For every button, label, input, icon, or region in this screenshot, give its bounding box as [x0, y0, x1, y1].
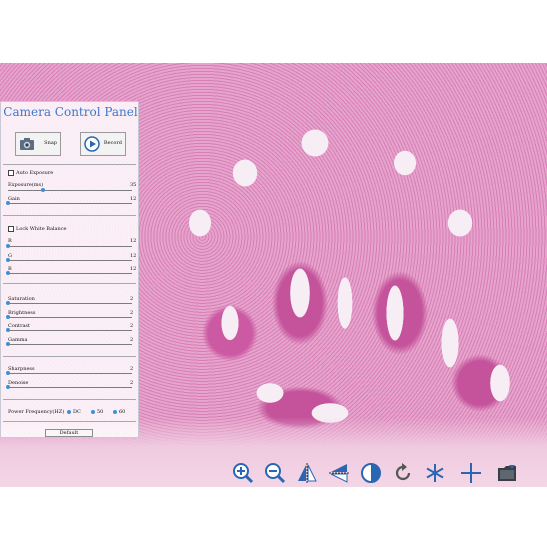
r-slider-thumb[interactable]: [6, 244, 10, 248]
gain-slider[interactable]: [6, 201, 132, 205]
contrast-label: Contrast: [8, 323, 31, 329]
radio-60-label: 60: [119, 409, 126, 415]
brightness-slider-thumb[interactable]: [6, 315, 10, 319]
radio-dc[interactable]: [67, 410, 71, 414]
saturation-slider-thumb[interactable]: [6, 301, 10, 305]
sharpness-label: Sharpness: [8, 366, 35, 372]
gain-slider-thumb[interactable]: [6, 201, 10, 205]
flip-vertical-icon[interactable]: [328, 462, 350, 484]
saturation-label: Saturation: [8, 296, 35, 302]
brightness-value: 2: [130, 310, 134, 316]
divider: [3, 399, 136, 400]
rotate-icon[interactable]: [392, 462, 414, 484]
snap-button[interactable]: Snap: [15, 132, 61, 156]
folder-icon[interactable]: [496, 462, 518, 484]
play-icon: [84, 136, 100, 152]
sharpness-slider[interactable]: [6, 371, 132, 375]
gamma-slider[interactable]: [6, 342, 132, 346]
exposure-slider-thumb[interactable]: [40, 188, 45, 192]
snap-label: Snap: [44, 140, 57, 146]
zoom-in-icon[interactable]: [232, 462, 254, 484]
invert-color-icon[interactable]: [360, 462, 382, 484]
lock-white-balance-checkbox[interactable]: [8, 226, 14, 232]
g-value: 12: [130, 253, 137, 259]
exposure-label: Exposure(ms): [8, 182, 44, 188]
default-button[interactable]: Default: [45, 429, 93, 437]
radio-60[interactable]: [113, 410, 117, 414]
exposure-value: 35: [130, 182, 137, 188]
freeze-icon[interactable]: [424, 462, 446, 484]
lock-white-balance-label: Lock White Balance: [16, 226, 67, 232]
exposure-slider[interactable]: [8, 188, 132, 192]
denoise-slider[interactable]: [6, 385, 132, 389]
auto-exposure-checkbox[interactable]: [8, 170, 14, 176]
gamma-value: 2: [130, 337, 134, 343]
r-slider[interactable]: [6, 244, 132, 248]
divider: [3, 283, 136, 284]
sharpness-value: 2: [130, 366, 134, 372]
saturation-value: 2: [130, 296, 134, 302]
gain-value: 12: [130, 196, 137, 202]
record-label: Record: [103, 140, 122, 146]
contrast-slider-thumb[interactable]: [6, 328, 10, 332]
camera-icon: [20, 138, 34, 150]
b-value: 12: [130, 266, 137, 272]
denoise-value: 2: [130, 380, 134, 386]
g-slider-thumb[interactable]: [6, 258, 10, 262]
radio-dc-label: DC: [73, 409, 81, 415]
divider: [3, 421, 136, 422]
panel-title: Camera Control Panel: [3, 105, 138, 119]
brightness-slider[interactable]: [6, 315, 132, 319]
record-button[interactable]: Record: [80, 132, 126, 156]
g-slider[interactable]: [6, 258, 132, 262]
sharpness-slider-thumb[interactable]: [6, 371, 10, 375]
divider: [3, 215, 136, 216]
contrast-slider[interactable]: [6, 328, 132, 332]
crosshair-icon[interactable]: [460, 462, 482, 484]
b-slider-thumb[interactable]: [6, 271, 10, 275]
saturation-slider[interactable]: [6, 301, 132, 305]
gamma-slider-thumb[interactable]: [6, 342, 10, 346]
r-value: 12: [130, 238, 137, 244]
zoom-out-icon[interactable]: [264, 462, 286, 484]
radio-50[interactable]: [91, 410, 95, 414]
divider: [3, 356, 136, 357]
contrast-value: 2: [130, 323, 134, 329]
image-toolbar: [232, 462, 522, 484]
camera-control-panel: Camera Control Panel Snap Record Auto Ex…: [0, 101, 139, 438]
radio-50-label: 50: [97, 409, 104, 415]
auto-exposure-label: Auto Exposure: [16, 170, 54, 176]
power-frequency-label: Power Frequency(HZ): [8, 409, 65, 415]
denoise-label: Denoise: [8, 380, 29, 386]
brightness-label: Brightness: [8, 310, 36, 316]
divider: [3, 164, 136, 165]
denoise-slider-thumb[interactable]: [6, 385, 10, 389]
gamma-label: Gamma: [8, 337, 28, 343]
flip-horizontal-icon[interactable]: [296, 462, 318, 484]
b-slider[interactable]: [6, 271, 132, 275]
